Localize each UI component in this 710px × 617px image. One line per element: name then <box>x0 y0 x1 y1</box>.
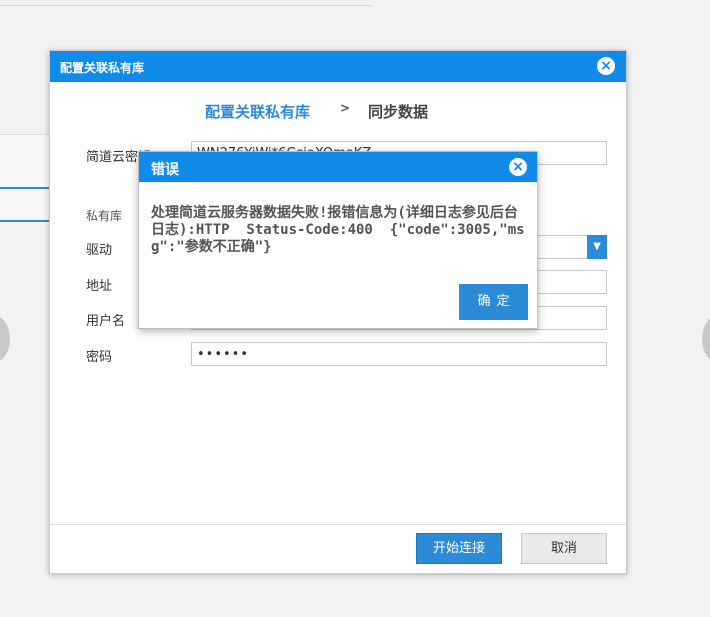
ok-button[interactable]: 确定 <box>459 284 528 320</box>
background-nav-right <box>702 315 710 363</box>
password-label: 密码 <box>86 350 113 365</box>
error-title: 错误 <box>151 162 179 178</box>
driver-label: 驱动 <box>86 243 113 258</box>
error-dialog: 错误 × 处理简道云服务器数据失败!报错信息为(详细日志参见后台日志):HTTP… <box>138 151 538 329</box>
background-tab-underline <box>0 220 52 222</box>
background-divider <box>0 5 373 6</box>
footer-divider <box>50 524 626 525</box>
background-nav-left <box>0 315 10 363</box>
dialog-title: 配置关联私有库 <box>60 61 145 75</box>
start-connect-button[interactable]: 开始连接 <box>416 533 502 564</box>
dialog-header: 配置关联私有库 × <box>50 51 626 82</box>
error-message: 处理简道云服务器数据失败!报错信息为(详细日志参见后台日志):HTTP Stat… <box>151 205 525 255</box>
close-icon[interactable]: × <box>509 158 527 176</box>
section-label: 私有库 <box>86 209 123 223</box>
cancel-button[interactable]: 取消 <box>521 533 607 564</box>
background-tab-underline <box>0 187 52 189</box>
username-label: 用户名 <box>86 314 126 329</box>
step-sync: 同步数据 <box>368 103 429 121</box>
close-icon[interactable]: × <box>597 57 615 75</box>
step-configure: 配置关联私有库 <box>205 103 311 121</box>
address-label: 地址 <box>86 279 113 294</box>
step-separator: > <box>340 101 351 115</box>
step-indicator: 配置关联私有库 > 同步数据 <box>50 101 626 121</box>
chevron-down-icon[interactable]: ▼ <box>587 235 607 259</box>
password-input[interactable] <box>191 342 607 366</box>
error-header: 错误 × <box>139 152 537 182</box>
